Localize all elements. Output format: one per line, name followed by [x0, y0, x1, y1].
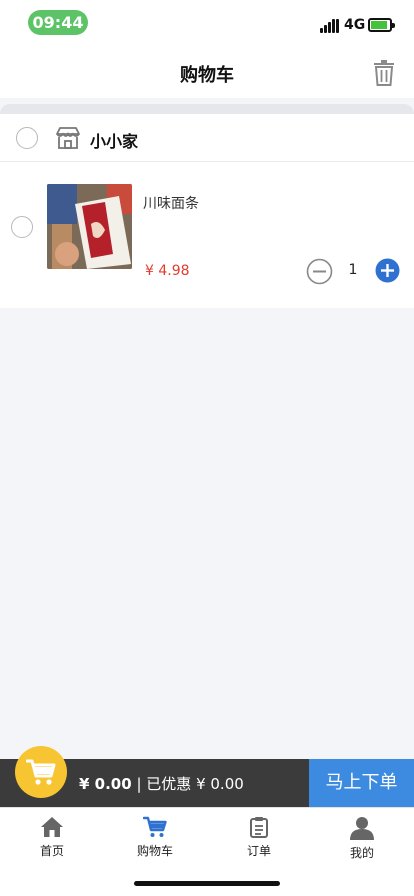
cart-summary-button[interactable] — [15, 746, 67, 798]
total-amount: ¥ 0.00 — [79, 775, 132, 793]
product-name: 川味面条 — [143, 196, 199, 212]
product-price: ¥ 4.98 — [145, 263, 190, 279]
summary-separator: | — [136, 775, 142, 793]
tab-label: 购物车 — [136, 844, 173, 858]
shop-header: 小小家 — [0, 114, 414, 162]
battery-icon — [368, 18, 395, 32]
network-label: 4G — [344, 17, 366, 33]
cart-icon — [26, 759, 56, 785]
status-time: 09:44 — [28, 10, 88, 35]
user-icon — [350, 817, 374, 840]
nav-bar: 购物车 — [0, 48, 414, 98]
quantity-value: 1 — [348, 262, 358, 278]
home-icon — [41, 817, 63, 837]
signal-icon — [320, 19, 340, 33]
discount-amount: 已优惠 ¥ 0.00 — [146, 775, 244, 793]
status-bar: 09:44 4G — [0, 0, 414, 48]
tab-label: 订单 — [246, 844, 271, 858]
checkout-summary: ¥ 0.00 | 已优惠 ¥ 0.00 — [79, 773, 244, 794]
shop-select-radio[interactable] — [16, 127, 38, 149]
shop-name: 小小家 — [90, 132, 139, 151]
clipboard-icon — [250, 817, 268, 838]
product-image[interactable] — [47, 184, 132, 269]
cart-icon — [143, 816, 167, 837]
item-select-radio[interactable] — [11, 216, 33, 238]
page-title: 购物车 — [180, 65, 234, 86]
trash-icon[interactable] — [372, 60, 396, 86]
product-image-art — [47, 184, 132, 269]
tab-label: 我的 — [349, 846, 374, 860]
tab-orders[interactable]: 订单 — [224, 816, 294, 859]
tab-profile[interactable]: 我的 — [327, 816, 397, 861]
tab-cart[interactable]: 购物车 — [120, 816, 190, 859]
tab-bar: 首页 购物车 订单 我的 — [0, 807, 414, 896]
tab-label: 首页 — [39, 844, 64, 858]
shop-card: 小小家 川味面条 ¥ 4.98 1 — [0, 114, 414, 308]
increase-quantity-button[interactable] — [375, 258, 400, 283]
decrease-quantity-button[interactable] — [306, 258, 333, 285]
store-icon — [56, 127, 80, 149]
home-indicator — [134, 881, 280, 886]
tab-home[interactable]: 首页 — [17, 816, 87, 859]
place-order-button[interactable]: 马上下单 — [309, 759, 414, 807]
